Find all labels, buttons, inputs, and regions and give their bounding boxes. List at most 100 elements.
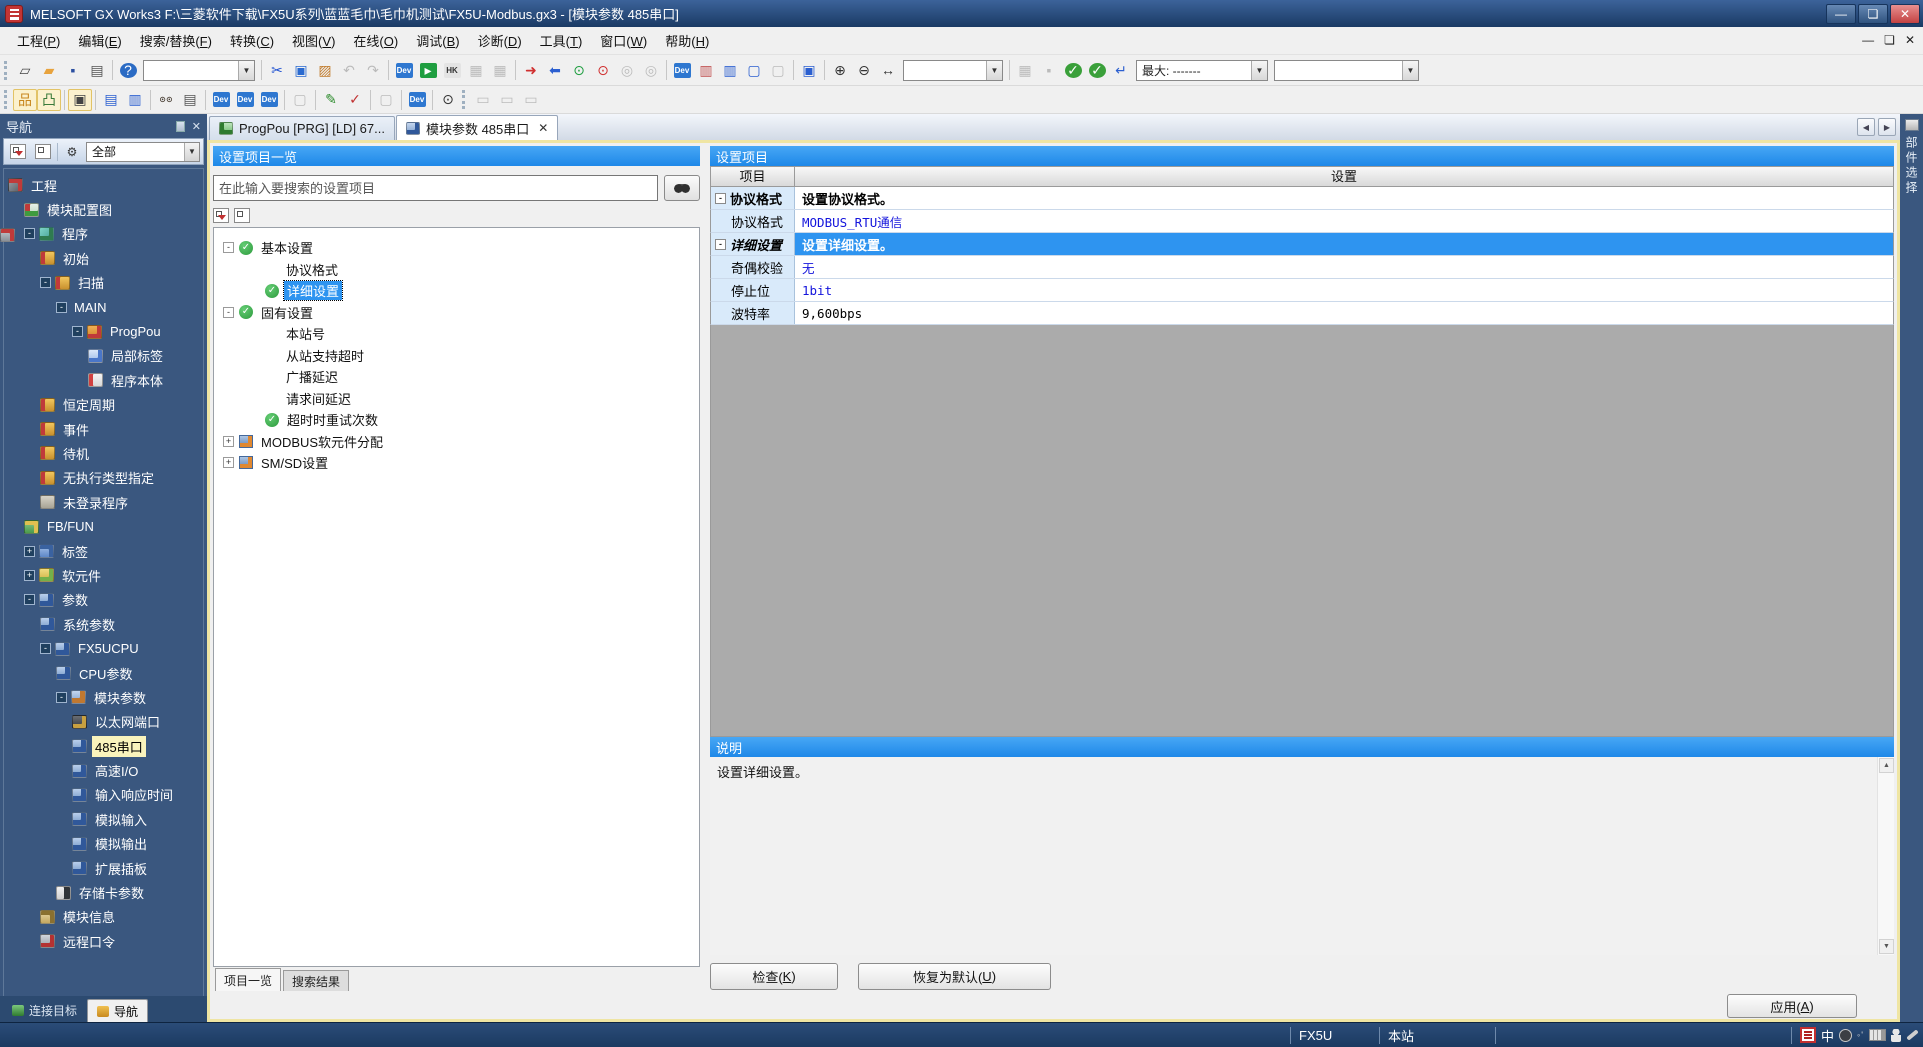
- nav-tree-item-模拟输出[interactable]: 模拟输出: [4, 832, 203, 856]
- menu-item-9[interactable]: 工具(T): [531, 26, 592, 55]
- restore-button[interactable]: ❏: [1858, 4, 1888, 24]
- quick-find-combobox[interactable]: ▼: [143, 60, 255, 81]
- check-button[interactable]: 检查(K): [710, 963, 838, 990]
- tree-expand-icon[interactable]: [32, 142, 54, 162]
- chevron-down-icon[interactable]: ▼: [986, 61, 1002, 80]
- chevron-down-icon[interactable]: ▼: [1402, 61, 1418, 80]
- nav-tree-item-扫描[interactable]: -扫描: [4, 271, 203, 295]
- collapse-icon[interactable]: -: [715, 239, 726, 250]
- nav-tree-item-高速I/O[interactable]: 高速I/O: [4, 758, 203, 782]
- watch-list2-icon[interactable]: ▥: [123, 89, 147, 111]
- collapse-icon[interactable]: -: [223, 307, 234, 318]
- minimize-button[interactable]: —: [1826, 4, 1856, 24]
- menu-item-7[interactable]: 调试(B): [407, 26, 468, 55]
- nav-tree-item-ProgPou[interactable]: -ProgPou: [4, 319, 203, 343]
- mdi-minimize-button[interactable]: —: [1862, 32, 1874, 48]
- menu-item-8[interactable]: 诊断(D): [469, 26, 531, 55]
- nav-tree-item-扩展插板[interactable]: 扩展插板: [4, 856, 203, 880]
- device-batch-icon[interactable]: Dev: [257, 89, 281, 111]
- collapse-all-icon[interactable]: [213, 208, 229, 223]
- search-button[interactable]: [664, 175, 700, 201]
- ime-punctuation-icon[interactable]: ◦': [1857, 1030, 1864, 1040]
- mdi-close-button[interactable]: ✕: [1905, 32, 1915, 48]
- cut-icon[interactable]: ✂: [265, 59, 289, 81]
- setting-tree-item-基本设置[interactable]: -✓基本设置: [219, 237, 699, 259]
- setting-tree-item-详细设置[interactable]: ✓详细设置: [219, 280, 699, 302]
- collapse-icon[interactable]: -: [715, 193, 726, 204]
- nav-tree-item-输入响应时间[interactable]: 输入响应时间: [4, 783, 203, 807]
- setting-tree-item-请求间延迟[interactable]: 请求间延迟: [219, 388, 699, 410]
- wrench-icon[interactable]: [1906, 1029, 1919, 1040]
- io-check-icon[interactable]: ✓: [343, 89, 367, 111]
- menu-item-5[interactable]: 视图(V): [283, 26, 344, 55]
- module-config-icon[interactable]: ▣: [68, 89, 92, 111]
- setting-tree-item-超时时重试次数[interactable]: ✓超时时重试次数: [219, 409, 699, 431]
- nav-tab-导航[interactable]: 导航: [87, 999, 148, 1022]
- binoculars-find-icon[interactable]: ⊙⊙: [154, 89, 178, 111]
- device-search-icon[interactable]: ⊙: [591, 59, 615, 81]
- setting-value[interactable]: 设置详细设置。: [795, 233, 1893, 255]
- element-selection-tab[interactable]: 部件选择: [1903, 136, 1920, 196]
- collapse-icon[interactable]: -: [56, 692, 67, 703]
- setting-value[interactable]: 9,600bps: [795, 302, 1893, 324]
- menu-item-11[interactable]: 帮助(H): [656, 26, 718, 55]
- nav-tree-item-事件[interactable]: 事件: [4, 417, 203, 441]
- setting-value[interactable]: 设置协议格式。: [795, 187, 1893, 209]
- zoom-in-icon[interactable]: ⊕: [828, 59, 852, 81]
- settings-row-协议格式[interactable]: -协议格式设置协议格式。: [710, 187, 1894, 210]
- verify-data-icon[interactable]: ⊙: [567, 59, 591, 81]
- nav-tree-item-工程[interactable]: 工程: [4, 173, 203, 197]
- collapse-icon[interactable]: -: [72, 326, 83, 337]
- nav-tree-item-初始[interactable]: 初始: [4, 246, 203, 270]
- zoom-out-icon[interactable]: ⊖: [852, 59, 876, 81]
- menu-item-10[interactable]: 窗口(W): [591, 26, 656, 55]
- element-selection-window-icon[interactable]: [1905, 119, 1919, 131]
- setting-tree-item-本站号[interactable]: 本站号: [219, 323, 699, 345]
- chevron-down-icon[interactable]: ▼: [184, 143, 199, 161]
- zoom-combobox[interactable]: ▼: [903, 60, 1003, 81]
- nav-tree-item-待机[interactable]: 待机: [4, 441, 203, 465]
- device-display-icon[interactable]: Dev: [670, 59, 694, 81]
- expand-all-icon[interactable]: [234, 208, 250, 223]
- device-comment2-icon[interactable]: Dev: [209, 89, 233, 111]
- keyboard-icon[interactable]: [1869, 1029, 1886, 1041]
- menu-item-6[interactable]: 在线(O): [344, 26, 407, 55]
- restore-default-button[interactable]: 恢复为默认(U): [858, 963, 1051, 990]
- nav-tree-item-无执行类型指定[interactable]: 无执行类型指定: [4, 466, 203, 490]
- nav-tree-item-模块配置图[interactable]: 模块配置图: [4, 197, 203, 221]
- document-tab-active[interactable]: 模块参数 485串口✕: [396, 115, 558, 140]
- settings-row-奇偶校验[interactable]: 奇偶校验无: [710, 256, 1894, 279]
- nav-tree-item-参数[interactable]: -参数: [4, 588, 203, 612]
- mdi-restore-button[interactable]: ❏: [1884, 32, 1895, 48]
- list-panel-tab-项目一览[interactable]: 项目一览: [215, 968, 281, 991]
- nav-tree-item-程序本体[interactable]: 程序本体: [4, 368, 203, 392]
- setting-tree-item-广播延迟[interactable]: 广播延迟: [219, 366, 699, 388]
- settings-row-停止位[interactable]: 停止位1bit: [710, 279, 1894, 302]
- paste-icon[interactable]: ▨: [313, 59, 337, 81]
- window-cascade-icon[interactable]: ▢: [742, 59, 766, 81]
- tree-collapse-icon[interactable]: [7, 142, 29, 162]
- expand-icon[interactable]: +: [24, 570, 35, 581]
- nav-tree-item-远程口令[interactable]: 远程口令: [4, 929, 203, 953]
- nav-close-icon[interactable]: ✕: [192, 120, 201, 133]
- chevron-down-icon[interactable]: ▼: [1251, 61, 1267, 80]
- program-check-icon[interactable]: ✓: [1085, 59, 1109, 81]
- print-icon[interactable]: ▤: [85, 59, 109, 81]
- nav-filter-combobox[interactable]: 全部 ▼: [86, 142, 200, 162]
- nav-tab-连接目标[interactable]: 连接目标: [3, 999, 86, 1022]
- copy-icon[interactable]: ▣: [289, 59, 313, 81]
- nav-tree-item-系统参数[interactable]: 系统参数: [4, 612, 203, 636]
- settings-row-波特率[interactable]: 波特率9,600bps: [710, 302, 1894, 325]
- settings-row-协议格式[interactable]: 协议格式MODBUS_RTU通信: [710, 210, 1894, 233]
- nav-tree-item-软元件[interactable]: +软元件: [4, 563, 203, 587]
- pin-icon[interactable]: [176, 121, 185, 132]
- device-list-icon[interactable]: Dev: [233, 89, 257, 111]
- write-to-plc-icon[interactable]: ➜: [519, 59, 543, 81]
- apply-button[interactable]: 应用(A): [1727, 994, 1857, 1018]
- find-result-window-icon[interactable]: ▤: [178, 89, 202, 111]
- chevron-down-icon[interactable]: ▼: [238, 61, 254, 80]
- nav-tree-item-存储卡参数[interactable]: 存储卡参数: [4, 880, 203, 904]
- ime-indicator-icon[interactable]: [1800, 1027, 1816, 1043]
- collapse-icon[interactable]: -: [223, 242, 234, 253]
- gear-icon[interactable]: ⚙: [61, 142, 83, 162]
